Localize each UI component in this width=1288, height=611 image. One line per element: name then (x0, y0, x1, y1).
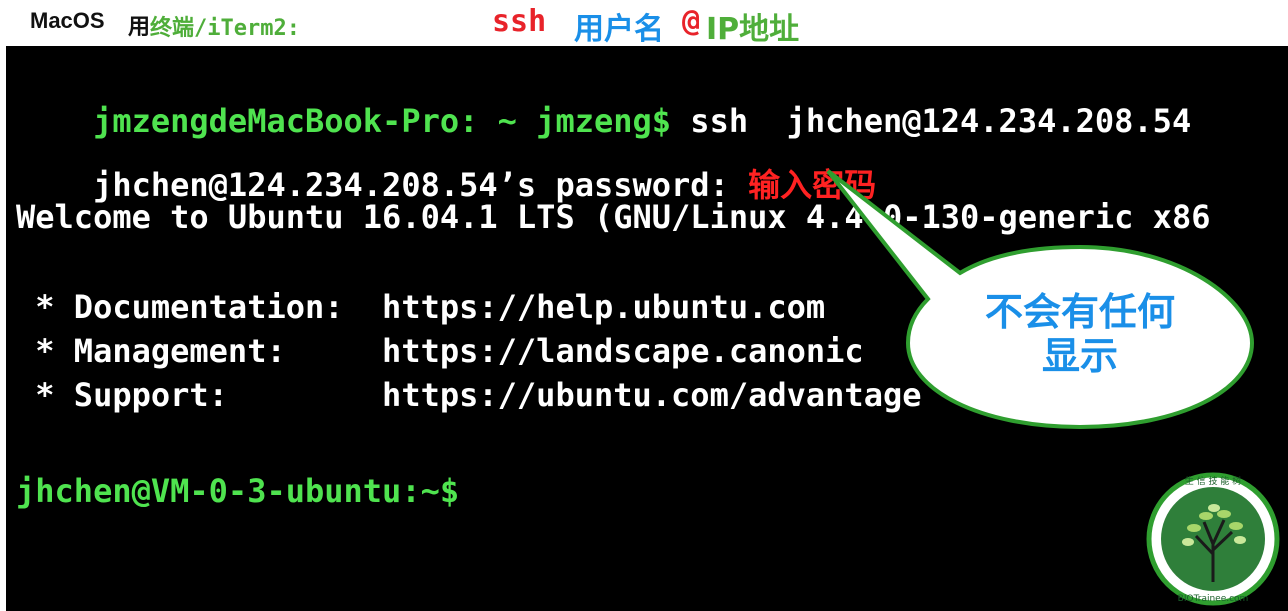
tree-logo-icon: 生 信 技 能 树 BIOTrainee.com (1146, 472, 1280, 606)
support-line: * Support: https://ubuntu.com/advantage (16, 376, 922, 414)
logo-bottom-text: BIOTrainee.com (1178, 594, 1249, 604)
logo-top-text: 生 信 技 能 树 (1185, 475, 1241, 487)
caption-username: 用户名 (574, 12, 664, 47)
caption-terminal-name: 终端/iTerm2: (150, 16, 300, 41)
caption-bar: MacOS 用 终端/iTerm2: ssh 用户名 @ IP地址 (0, 0, 1288, 47)
caption-at: @ (682, 4, 701, 39)
caption-use: 用 (128, 15, 151, 40)
callout-line-2: 显示 (1041, 334, 1118, 378)
caption-ip-address: IP地址 (706, 12, 800, 47)
remote-prompt[interactable]: jhchen@VM-0-3-ubuntu:~$ (16, 472, 459, 510)
callout-line-1: 不会有任何 (984, 290, 1175, 334)
documentation-line: * Documentation: https://help.ubuntu.com (16, 288, 826, 326)
caption-macos: MacOS (30, 8, 105, 33)
management-line: * Management: https://landscape.canonic (16, 332, 864, 370)
caption-ssh: ssh (492, 4, 547, 39)
callout-text: 不会有任何 显示 (920, 290, 1240, 378)
